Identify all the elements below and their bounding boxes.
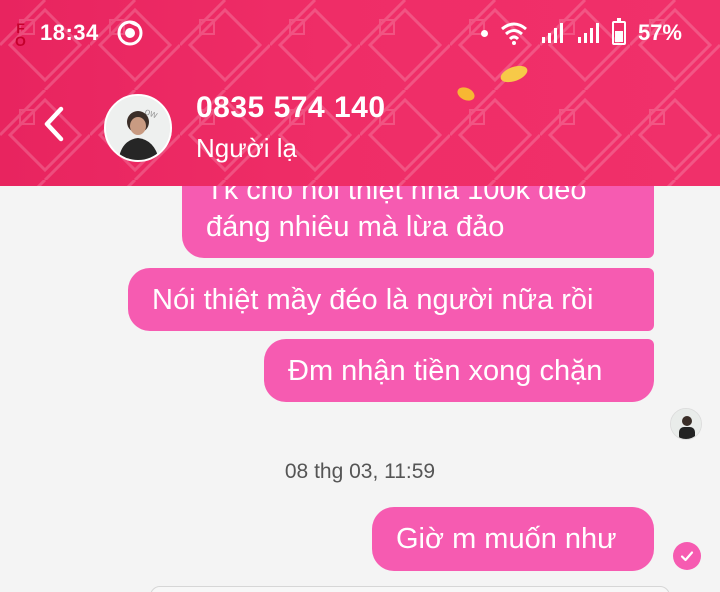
check-circle-icon	[673, 542, 701, 570]
fo-badge-text: FO	[12, 20, 29, 46]
status-bar: FO 18:34 57%	[0, 0, 720, 64]
message-text-line: đáng nhiêu mà lừa đảo	[206, 211, 505, 243]
battery-percent: 57%	[637, 20, 682, 45]
message-text: Đm nhận tiền xong chặn	[288, 355, 603, 387]
message-text: Nói thiệt mầy đéo là người nữa rồi	[152, 284, 594, 316]
message-bubble-sent[interactable]: Đm nhận tiền xong chặn	[264, 339, 654, 402]
notification-dot-icon	[480, 29, 488, 37]
chat-header: FO 18:34 57% ow 0835 574 140 Người lạ	[0, 0, 720, 186]
read-receipt-avatar	[670, 408, 702, 440]
contact-status: Người lạ	[196, 133, 297, 163]
back-button[interactable]	[34, 100, 74, 148]
avatar[interactable]: ow	[104, 94, 172, 162]
signal-icon	[577, 23, 599, 43]
status-time: 18:34	[40, 20, 99, 45]
fo-badge: FO	[8, 18, 32, 48]
swirl-icon	[117, 20, 143, 46]
message-text: Giờ m muốn như	[396, 523, 617, 555]
message-bubble-sent[interactable]: Giờ m muốn như	[372, 507, 654, 571]
chevron-left-icon	[44, 106, 64, 142]
wifi-icon	[500, 22, 527, 45]
message-timestamp: 08 thg 03, 11:59	[284, 460, 436, 483]
contact-name: 0835 574 140	[196, 91, 386, 124]
battery-level	[614, 30, 623, 42]
message-input-edge[interactable]	[150, 586, 670, 592]
message-bubble-sent[interactable]: Nói thiệt mầy đéo là người nữa rồi	[128, 268, 654, 331]
battery-icon	[611, 18, 626, 45]
petal-decoration	[457, 65, 528, 101]
signal-icon	[541, 23, 563, 43]
